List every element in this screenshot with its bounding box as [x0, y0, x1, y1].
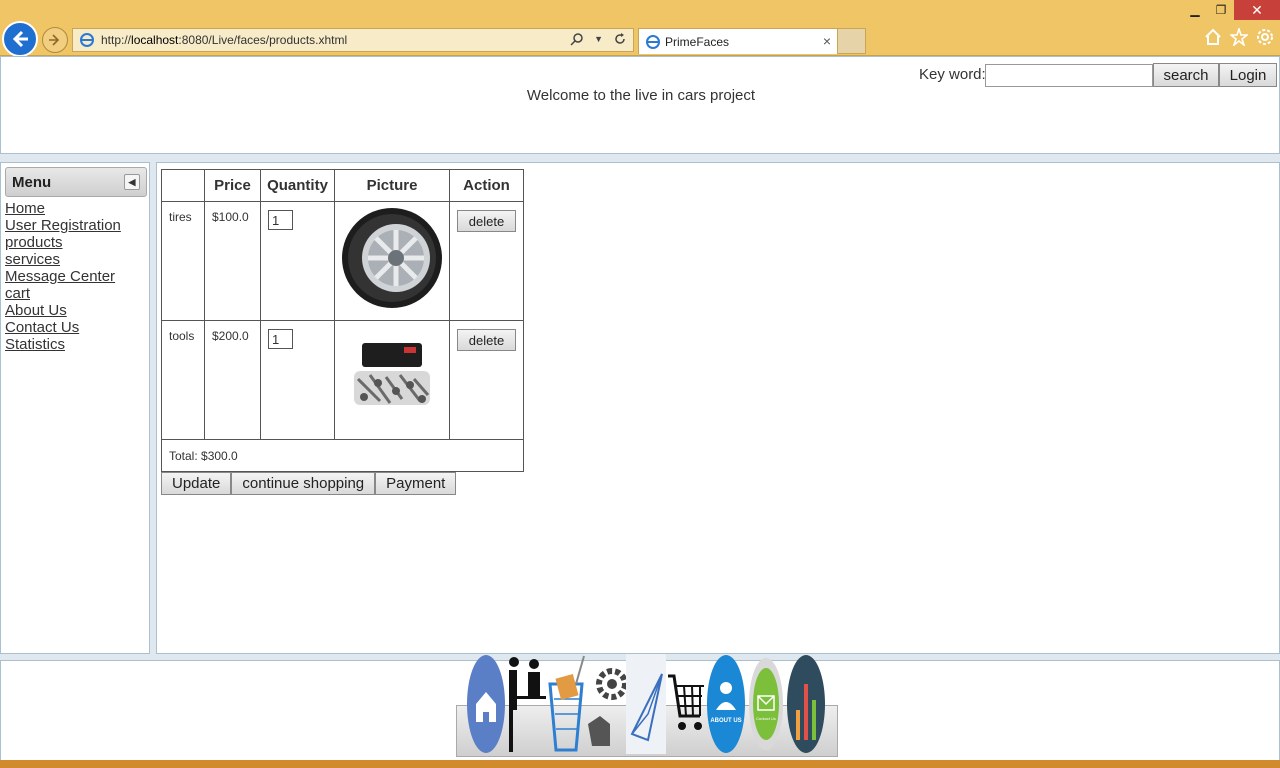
menu-link-about-us[interactable]: About Us	[5, 302, 121, 319]
address-tools: ▼	[570, 32, 627, 46]
menu-link-cart[interactable]: cart	[5, 285, 121, 302]
tab-close-icon[interactable]: ×	[823, 33, 831, 49]
menu-link-services[interactable]: services	[5, 251, 121, 268]
back-button[interactable]	[2, 21, 38, 57]
picture-cell	[334, 320, 450, 440]
settings-gear-icon[interactable]	[1256, 28, 1274, 46]
table-row: tires $100.0 1 delete	[161, 201, 524, 321]
contact-us-dock-label: Contact Us	[756, 716, 776, 721]
dock-services-gear-icon[interactable]	[586, 654, 626, 754]
url-host: localhost	[131, 33, 179, 47]
menu-link-products[interactable]: products	[5, 234, 121, 251]
column-header-name	[161, 169, 205, 202]
menu-header: Menu ◀	[5, 167, 147, 197]
quantity-cell: 1	[260, 320, 335, 440]
quantity-input[interactable]: 1	[268, 210, 293, 230]
column-header-action: Action	[449, 169, 524, 202]
content-panel: Price Quantity Picture Action tires $100…	[156, 162, 1280, 654]
menu-title: Menu	[12, 174, 52, 191]
dock-registration-icon[interactable]	[506, 654, 546, 754]
table-header-row: Price Quantity Picture Action	[161, 169, 524, 202]
delete-button[interactable]: delete	[457, 210, 516, 232]
url-prefix: http://	[101, 33, 132, 47]
menu-link-home[interactable]: Home	[5, 200, 121, 217]
login-button[interactable]: Login	[1219, 63, 1277, 87]
column-header-price: Price	[204, 169, 261, 202]
ie-tab-icon	[646, 34, 660, 49]
cart-table: Price Quantity Picture Action tires $100…	[161, 169, 524, 472]
action-cell: delete	[449, 201, 524, 321]
ie-page-icon	[80, 33, 94, 47]
collapse-menu-icon[interactable]: ◀	[124, 174, 140, 190]
dock-about-us-icon[interactable]: ABOUT US	[706, 654, 746, 754]
window-controls: ▁ ❐ ✕	[1182, 0, 1280, 20]
delete-button[interactable]: delete	[457, 329, 516, 351]
product-price: $100.0	[204, 201, 261, 321]
browser-chrome: ▁ ❐ ✕ http://localhost:8080/Live/faces/p…	[0, 0, 1280, 57]
keyword-input[interactable]	[985, 64, 1153, 87]
back-arrow-icon	[12, 30, 28, 48]
search-button[interactable]: search	[1153, 63, 1219, 87]
cart-total: Total: $300.0	[161, 439, 524, 472]
address-bar[interactable]: http://localhost:8080/Live/faces/product…	[72, 28, 634, 52]
footer-dock: ABOUT US Contact Us	[466, 654, 826, 754]
refresh-icon[interactable]	[613, 32, 627, 46]
menu-link-contact-us[interactable]: Contact Us	[5, 319, 121, 336]
dock-cart-icon[interactable]	[666, 654, 706, 754]
minimize-icon[interactable]: ▁	[1182, 0, 1208, 20]
menu-link-statistics[interactable]: Statistics	[5, 336, 121, 353]
restore-icon[interactable]: ❐	[1208, 0, 1234, 20]
product-price: $200.0	[204, 320, 261, 440]
dock-contact-us-icon[interactable]: Contact Us	[746, 654, 786, 754]
picture-wrap	[335, 206, 449, 310]
forward-arrow-icon	[49, 34, 60, 46]
action-cell: delete	[449, 320, 524, 440]
new-tab-button[interactable]	[838, 28, 866, 54]
quantity-cell: 1	[260, 201, 335, 321]
dock-products-basket-icon[interactable]	[546, 654, 586, 754]
welcome-text: Welcome to the live in cars project	[526, 87, 756, 104]
close-window-icon[interactable]: ✕	[1234, 0, 1280, 20]
forward-button[interactable]	[42, 27, 68, 53]
dock-message-envelope-icon[interactable]	[626, 654, 666, 754]
continue-shopping-button[interactable]: continue shopping	[231, 472, 376, 495]
toolkit-icon	[354, 343, 430, 405]
picture-wrap	[335, 339, 449, 413]
url-path: :8080/Live/faces/products.xhtml	[178, 33, 348, 47]
product-name: tools	[161, 320, 205, 440]
column-header-picture: Picture	[334, 169, 450, 202]
tire-icon	[342, 208, 442, 308]
page-header: Key word: search Login Welcome to the li…	[0, 56, 1280, 154]
cart-actions: Update continue shopping Payment	[161, 472, 457, 495]
menu-links: Home User Registration products services…	[5, 200, 121, 353]
total-row: Total: $300.0	[161, 439, 524, 472]
picture-cell	[334, 201, 450, 321]
keyword-label: Key word:	[919, 66, 986, 83]
menu-link-user-registration[interactable]: User Registration	[5, 217, 121, 234]
payment-button[interactable]: Payment	[375, 472, 457, 495]
home-icon[interactable]	[1204, 28, 1222, 46]
search-icon[interactable]	[570, 32, 584, 46]
favorites-star-icon[interactable]	[1230, 28, 1248, 46]
dock-statistics-icon[interactable]	[786, 654, 826, 754]
product-name: tires	[161, 201, 205, 321]
dock-home-icon[interactable]	[466, 654, 506, 754]
dropdown-arrow-icon[interactable]: ▼	[594, 34, 603, 44]
column-header-quantity: Quantity	[260, 169, 335, 202]
tab-title: PrimeFaces	[665, 34, 730, 49]
windows-taskbar	[0, 760, 1280, 768]
update-button[interactable]: Update	[161, 472, 232, 495]
about-us-dock-label: ABOUT US	[710, 718, 741, 724]
table-row: tools $200.0 1 delete	[161, 320, 524, 440]
menu-link-message-center[interactable]: Message Center	[5, 268, 121, 285]
browser-tools	[1204, 28, 1274, 46]
menu-panel: Menu ◀ Home User Registration products s…	[0, 162, 150, 654]
quantity-input[interactable]: 1	[268, 329, 293, 349]
tab-primefaces[interactable]: PrimeFaces ×	[638, 28, 838, 54]
